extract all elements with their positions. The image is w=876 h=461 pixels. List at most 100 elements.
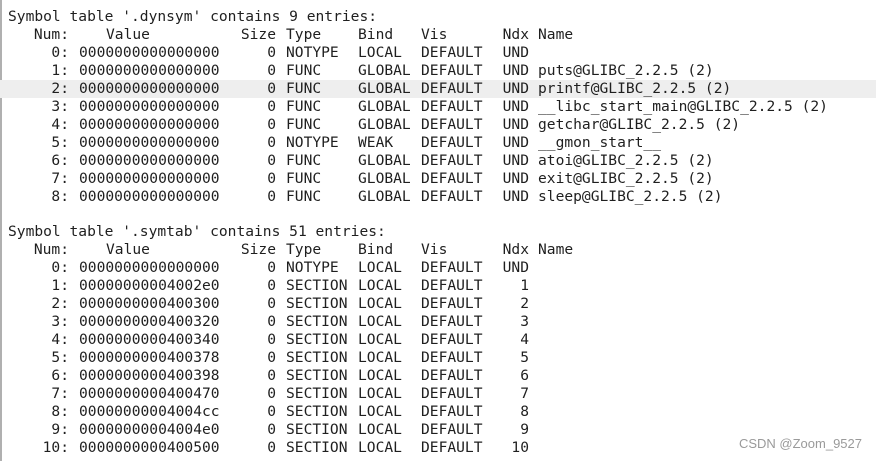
- cell-vis: DEFAULT: [421, 385, 483, 402]
- cell-ndx: 9: [520, 421, 529, 438]
- cell-vis: DEFAULT: [421, 367, 483, 384]
- cell-size: 0: [267, 295, 276, 312]
- column-header-vis: Vis: [421, 241, 448, 258]
- cell-bind: LOCAL: [358, 295, 402, 312]
- symbol-row: 5: 0000000000400378 0 SECTION LOCAL DEFAULT 5: [0, 349, 876, 367]
- cell-vis: DEFAULT: [421, 134, 483, 151]
- cell-num: 2:: [51, 80, 69, 97]
- cell-bind: GLOBAL: [358, 98, 411, 115]
- cell-value: 0000000000400470: [79, 385, 220, 402]
- table-header-row: Num: Value Size Type Bind Vis Ndx Name: [0, 26, 876, 44]
- column-header-ndx: Ndx: [502, 241, 529, 258]
- cell-ndx: 10: [511, 439, 529, 456]
- cell-value: 0000000000000000: [79, 80, 220, 97]
- cell-value: 0000000000000000: [79, 98, 220, 115]
- column-header-name: Name: [538, 241, 574, 258]
- cell-type: NOTYPE: [286, 259, 339, 276]
- symbol-row: 8: 0000000000000000 0 FUNC GLOBAL DEFAULT UND s…: [0, 188, 876, 206]
- cell-size: 0: [267, 385, 276, 402]
- cell-bind: GLOBAL: [358, 62, 411, 79]
- cell-size: 0: [267, 439, 276, 456]
- cell-ndx: 6: [520, 367, 529, 384]
- symbol-row: 1: 0000000000000000 0 FUNC GLOBAL DEFAULT UND p…: [0, 62, 876, 80]
- cell-bind: LOCAL: [358, 421, 402, 438]
- cell-name: atoi@GLIBC_2.2.5 (2): [538, 152, 714, 169]
- cell-type: SECTION: [286, 331, 348, 348]
- cell-num: 5:: [51, 349, 69, 366]
- cell-bind: LOCAL: [358, 277, 402, 294]
- cell-num: 2:: [51, 295, 69, 312]
- cell-value: 00000000004002e0: [79, 277, 220, 294]
- cell-ndx: UND: [502, 80, 529, 97]
- cell-num: 7:: [51, 170, 69, 187]
- cell-type: SECTION: [286, 277, 348, 294]
- cell-num: 0:: [51, 44, 69, 61]
- cell-type: SECTION: [286, 421, 348, 438]
- cell-value: 0000000000400398: [79, 367, 220, 384]
- cell-vis: DEFAULT: [421, 80, 483, 97]
- cell-vis: DEFAULT: [421, 277, 483, 294]
- column-header-num: Num:: [33, 26, 69, 43]
- cell-type: FUNC: [286, 170, 322, 187]
- cell-size: 0: [267, 313, 276, 330]
- cell-bind: GLOBAL: [358, 152, 411, 169]
- cell-bind: GLOBAL: [358, 170, 411, 187]
- cell-ndx: 3: [520, 313, 529, 330]
- cell-size: 0: [267, 62, 276, 79]
- cell-size: 0: [267, 44, 276, 61]
- symbol-row: 0: 0000000000000000 0 NOTYPE LOCAL DEFAULT UND: [0, 44, 876, 62]
- cell-type: SECTION: [286, 385, 348, 402]
- symbol-row: 6: 0000000000400398 0 SECTION LOCAL DEFAULT 6: [0, 367, 876, 385]
- cell-size: 0: [267, 80, 276, 97]
- cell-size: 0: [267, 403, 276, 420]
- cell-type: FUNC: [286, 188, 322, 205]
- column-header-num: Num:: [33, 241, 69, 258]
- symbol-row: 7: 0000000000000000 0 FUNC GLOBAL DEFAULT UND e…: [0, 170, 876, 188]
- cell-size: 0: [267, 188, 276, 205]
- cell-ndx: 8: [520, 403, 529, 420]
- cell-num: 7:: [51, 385, 69, 402]
- cell-value: 0000000000400500: [79, 439, 220, 456]
- column-header-bind: Bind: [358, 241, 394, 258]
- cell-vis: DEFAULT: [421, 44, 483, 61]
- cell-num: 8:: [51, 403, 69, 420]
- cell-type: FUNC: [286, 80, 322, 97]
- cell-name: __gmon_start__: [538, 134, 662, 151]
- cell-ndx: 2: [520, 295, 529, 312]
- cell-vis: DEFAULT: [421, 295, 483, 312]
- cell-ndx: UND: [502, 188, 529, 205]
- symbol-row: 2: 0000000000400300 0 SECTION LOCAL DEFAULT 2: [0, 295, 876, 313]
- column-header-ndx: Ndx: [502, 26, 529, 43]
- cell-vis: DEFAULT: [421, 313, 483, 330]
- cell-size: 0: [267, 277, 276, 294]
- cell-num: 6:: [51, 367, 69, 384]
- cell-size: 0: [267, 331, 276, 348]
- cell-size: 0: [267, 259, 276, 276]
- cell-ndx: 1: [520, 277, 529, 294]
- cell-value: 0000000000000000: [79, 152, 220, 169]
- symbol-row: 5: 0000000000000000 0 NOTYPE WEAK DEFAULT UND _…: [0, 134, 876, 152]
- cell-name: __libc_start_main@GLIBC_2.2.5 (2): [538, 98, 828, 115]
- cell-value: 0000000000000000: [79, 259, 220, 276]
- cell-type: SECTION: [286, 367, 348, 384]
- cell-ndx: UND: [502, 259, 529, 276]
- cell-bind: LOCAL: [358, 439, 402, 456]
- cell-bind: LOCAL: [358, 313, 402, 330]
- cell-value: 0000000000000000: [79, 170, 220, 187]
- column-header-name: Name: [538, 26, 574, 43]
- cell-num: 1:: [51, 277, 69, 294]
- cell-ndx: UND: [502, 62, 529, 79]
- cell-type: FUNC: [286, 152, 322, 169]
- cell-type: SECTION: [286, 313, 348, 330]
- cell-ndx: UND: [502, 152, 529, 169]
- column-header-vis: Vis: [421, 26, 448, 43]
- cell-bind: LOCAL: [358, 349, 402, 366]
- cell-bind: LOCAL: [358, 331, 402, 348]
- terminal-output: Symbol table '.dynsym' contains 9 entrie…: [0, 0, 876, 461]
- cell-name: printf@GLIBC_2.2.5 (2): [538, 80, 732, 97]
- symbol-row: 6: 0000000000000000 0 FUNC GLOBAL DEFAULT UND a…: [0, 152, 876, 170]
- cell-value: 0000000000400378: [79, 349, 220, 366]
- cell-size: 0: [267, 116, 276, 133]
- cell-value: 0000000000000000: [79, 62, 220, 79]
- cell-num: 5:: [51, 134, 69, 151]
